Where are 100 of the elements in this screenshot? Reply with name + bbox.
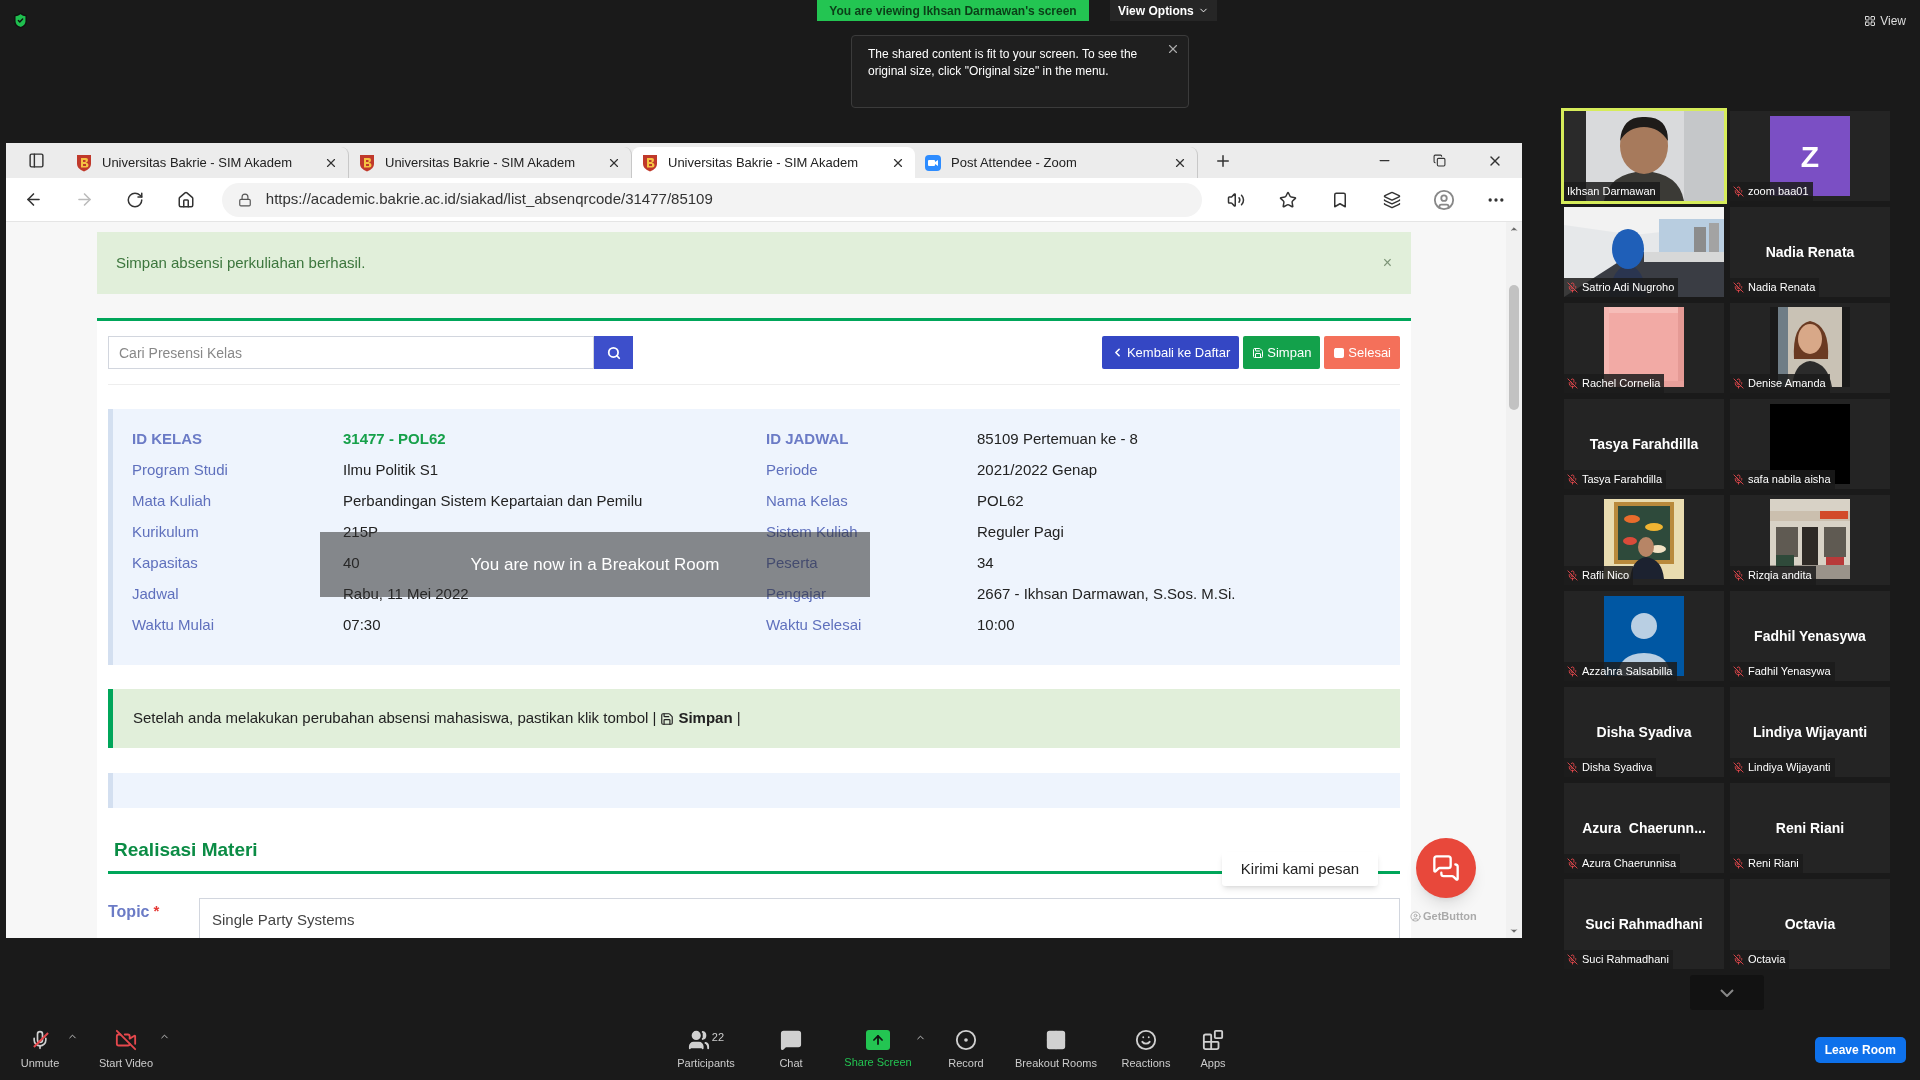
collections-icon[interactable] [1383,190,1401,209]
alert-text: Simpan absensi perkuliahan berhasil. [116,252,366,273]
participant-name: Rizqia andita [1748,568,1812,584]
field-label: Topic [108,901,150,922]
toolbar-button[interactable]: Chat [779,1028,803,1072]
video-off-icon [115,1028,137,1051]
notice-text: Setelah anda melakukan perubahan absensi mahasiswa, pastikan klik tombol | [133,708,657,729]
toolbar-button[interactable]: 22 Participants [677,1028,735,1072]
video-tile[interactable]: Rafli Nico [1564,495,1724,585]
video-tile[interactable]: Suci Rahmadhani Suci Rahmadhani [1564,879,1724,969]
video-tile[interactable]: Tasya Farahdilla Tasya Farahdilla [1564,399,1724,489]
field-label: Sistem Kuliah [766,522,858,543]
toolbar-button[interactable]: Unmute [20,1028,60,1072]
toolbar-button[interactable]: Apps [1200,1028,1226,1072]
address-field[interactable]: https://academic.bakrie.ac.id/siakad/list_absenqrcode/31477/85109 [221,182,1202,217]
video-tile[interactable]: Rachel Cornelia [1564,303,1724,393]
video-tile[interactable]: Rizqia andita [1730,495,1890,585]
video-tile[interactable]: Satrio Adi Nugroho [1564,207,1724,297]
field-value: 31477 - POL62 [343,429,446,450]
read-aloud-icon[interactable] [1227,190,1245,209]
video-tile[interactable]: Ikhsan Darmawan [1564,111,1724,201]
home-icon[interactable] [177,190,196,209]
leave-room-button[interactable]: Leave Room [1814,1037,1906,1063]
participant-display-name: Disha Syadiva [1595,723,1693,742]
video-tile[interactable]: Octavia Octavia [1730,879,1890,969]
field-value: Perbandingan Sistem Kepartaian dan Pemilu [343,491,643,512]
action-button[interactable]: Kembali ke Daftar [1101,336,1240,369]
field-label: Waktu Selesai [766,615,862,636]
topic-field[interactable]: Single Party Systems [199,897,1400,938]
credit-text: GetButton [1423,909,1477,924]
field-value: 2667 - Ikhsan Darmawan, S.Sos. M.Si. [977,584,1236,605]
field-value: Reguler Pagi [977,522,1064,543]
sharing-banner: You are viewing Ikhsan Darmawan's screen [817,0,1089,21]
view-button[interactable]: View [1864,12,1906,30]
toolbar-button[interactable]: Start Video [98,1028,154,1072]
scroll-down-icon[interactable] [1509,926,1519,936]
participants-icon [687,1028,710,1051]
video-tile[interactable]: Lindiya Wijayanti Lindiya Wijayanti [1730,687,1890,777]
field-label: ID JADWAL [766,429,849,450]
participant-display-name: Fadhil Yenasywa [1753,627,1867,646]
toolbar-button[interactable]: Breakout Rooms [1015,1028,1097,1072]
field-value: 2021/2022 Genap [977,460,1098,481]
video-tile[interactable]: Disha Syadiva Disha Syadiva [1564,687,1724,777]
chevron-down-icon [1720,988,1734,997]
participant-name: Ikhsan Darmawan [1567,184,1656,200]
video-tile[interactable]: Fadhil Yenasywa Fadhil Yenasywa [1730,591,1890,681]
required-mark: * [153,900,160,921]
shield-logo-icon [359,153,375,172]
video-tile[interactable]: Denise Amanda [1730,303,1890,393]
lock-icon [237,192,252,207]
notice-button-text: Simpan | [678,708,741,729]
participant-name: safa nabila aisha [1748,472,1831,488]
profile-icon[interactable] [1433,188,1455,211]
video-tile[interactable]: Azura Chaerunn... Azura Chaerunnisa [1564,783,1724,873]
participant-name: Satrio Adi Nugroho [1582,280,1675,296]
video-tile[interactable]: Z zoom baa01 [1730,111,1890,201]
participant-name: Azzahra Salsabilla [1582,664,1673,680]
field-label: Mata Kuliah [132,491,212,512]
square-icon [1333,346,1346,359]
field-label: Nama Kelas [766,491,848,512]
security-shield-icon[interactable] [12,12,29,29]
video-tile[interactable]: Reni Riani Reni Riani [1730,783,1890,873]
participant-display-name: Azura Chaerunn... [1581,819,1707,838]
scrollbar-thumb[interactable] [1509,285,1519,410]
tooltip-text: The shared content is fit to your screen. To see the original size, click "Original size" in the menu. [868,46,1139,80]
video-tile[interactable]: safa nabila aisha [1730,399,1890,489]
sidebar-icon[interactable] [27,152,45,169]
toolbar-button[interactable]: Record [948,1028,984,1072]
field-value: 10:00 [977,615,1015,636]
save-icon [660,711,675,726]
search-button[interactable] [594,336,633,369]
participant-count: 22 [711,1029,725,1045]
scroll-up-icon[interactable] [1509,224,1519,234]
restore-icon[interactable] [1433,154,1446,167]
tab-title: Universitas Bakrie - SIM Akadem [385,153,576,172]
participant-display-name: Suci Rahmadhani [1584,915,1704,934]
toolbar-button[interactable]: Share Screen [844,1029,912,1071]
participant-name: zoom baa01 [1748,184,1809,200]
field-value: 40 [343,553,360,574]
participant-name: Lindiya Wijayanti [1748,760,1831,776]
field-value: POL62 [977,491,1024,512]
field-label: ID KELAS [132,429,202,450]
add-favorite-icon[interactable] [1279,190,1297,209]
field-label: Periode [766,460,818,481]
chat-prompt-bubble: Kirimi kami pesan [1222,852,1378,886]
chat-icon [780,1028,802,1051]
view-options-button[interactable]: View Options [1110,0,1217,21]
participant-display-name: Lindiya Wijayanti [1751,723,1869,742]
chat-button[interactable] [1416,838,1476,898]
browser-tab[interactable]: Universitas Bakrie - SIM Akadem [632,147,915,178]
field-value: 215P [343,522,379,543]
toolbar-button[interactable]: Reactions [1121,1028,1171,1072]
refresh-icon[interactable] [126,190,145,209]
tab-title: Post Attendee - Zoom [951,153,1078,172]
close-icon[interactable] [1166,42,1180,56]
video-tile[interactable]: Nadia Renata Nadia Renata [1730,207,1890,297]
participant-display-name: Reni Riani [1774,819,1846,838]
favorites-icon[interactable] [1331,190,1349,209]
search-field[interactable]: Cari Presensi Kelas [108,336,594,369]
video-tile[interactable]: Azzahra Salsabilla [1564,591,1724,681]
